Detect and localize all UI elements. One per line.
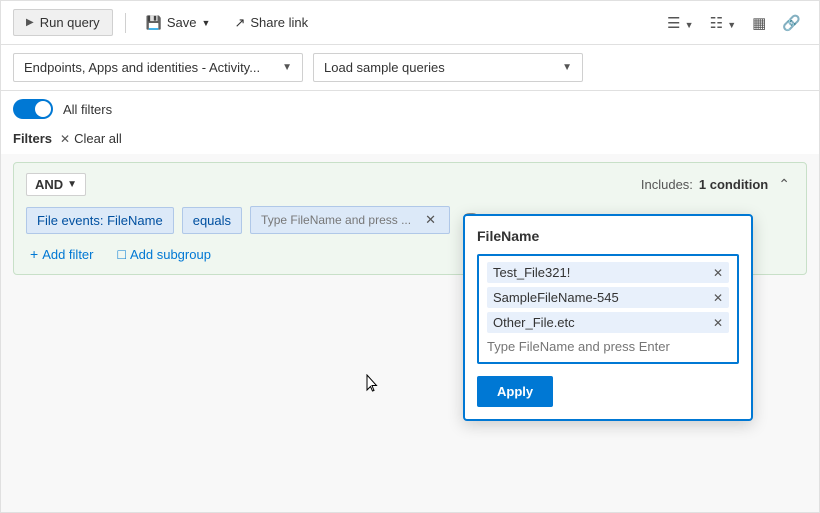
filter-content: AND ▼ Includes: 1 condition ⌃ File event… [1, 154, 819, 512]
endpoint-chevron-icon: ▼ [282, 62, 292, 73]
sample-queries-label: Load sample queries [324, 60, 445, 75]
add-filter-button[interactable]: + Add filter [26, 244, 98, 264]
share-link-button[interactable]: ↗ Share link [226, 10, 316, 36]
sample-queries-dropdown[interactable]: Load sample queries ▼ [313, 53, 583, 82]
filter-group-header: AND ▼ Includes: 1 condition ⌃ [26, 173, 794, 196]
link-button[interactable]: 🔗 [776, 10, 807, 36]
add-filter-icon: + [30, 246, 38, 262]
toolbar-divider [125, 13, 126, 33]
grid-view-button[interactable]: ☷ ▼ [704, 10, 743, 36]
columns-icon: ▦ [752, 15, 766, 32]
share-icon: ↗ [234, 15, 245, 31]
filter-value-text: Type FileName and press ... [261, 213, 418, 227]
sample-chevron-icon: ▼ [562, 62, 572, 73]
mouse-cursor [366, 374, 378, 392]
and-label: AND [35, 177, 63, 192]
list-chevron-icon: ▼ [685, 20, 694, 30]
tag-remove-2[interactable]: ✕ [713, 292, 723, 304]
run-query-button[interactable]: ▶ Run query [13, 9, 113, 36]
run-query-label: Run query [40, 15, 100, 30]
clear-all-label: Clear all [74, 131, 122, 146]
clear-all-button[interactable]: ✕ Clear all [60, 131, 122, 146]
tag-remove-3[interactable]: ✕ [713, 317, 723, 329]
add-subgroup-button[interactable]: □ Add subgroup [114, 244, 215, 264]
tag-input-field[interactable] [487, 337, 729, 356]
grid-icon: ☷ [710, 15, 723, 32]
all-filters-toggle[interactable] [13, 99, 53, 119]
add-subgroup-icon: □ [118, 246, 126, 262]
tag-input-area[interactable]: Test_File321! ✕ SampleFileName-545 ✕ Oth… [477, 254, 739, 364]
main-container: ▶ Run query 💾 Save ▼ ↗ Share link ☰ ▼ ☷ … [0, 0, 820, 513]
dropdowns-row: Endpoints, Apps and identities - Activit… [1, 45, 819, 91]
apply-button[interactable]: Apply [477, 376, 553, 407]
filter-value-close-button[interactable]: ✕ [422, 212, 439, 228]
tag-text-3: Other_File.etc [493, 315, 707, 330]
add-filter-label: Add filter [42, 247, 93, 262]
and-operator-dropdown[interactable]: AND ▼ [26, 173, 86, 196]
share-link-label: Share link [250, 15, 308, 30]
toolbar-right-icons: ☰ ▼ ☷ ▼ ▦ 🔗 [661, 10, 807, 36]
field-chip-label: File events: FileName [37, 213, 163, 228]
tag-text-1: Test_File321! [493, 265, 707, 280]
popup-title: FileName [477, 228, 739, 244]
save-chevron-icon: ▼ [202, 18, 211, 28]
filter-value-chip[interactable]: Type FileName and press ... ✕ [250, 206, 450, 234]
all-filters-label: All filters [63, 102, 112, 117]
filters-bar: Filters ✕ Clear all [1, 127, 819, 154]
tag-remove-1[interactable]: ✕ [713, 267, 723, 279]
endpoint-dropdown-label: Endpoints, Apps and identities - Activit… [24, 60, 260, 75]
operator-chip[interactable]: equals [182, 207, 242, 234]
collapse-button[interactable]: ⌃ [774, 174, 794, 195]
filters-label: Filters [13, 131, 52, 146]
link-icon: 🔗 [782, 15, 801, 32]
list-icon: ☰ [667, 15, 680, 32]
tag-row-2: SampleFileName-545 ✕ [487, 287, 729, 308]
filename-popup: FileName Test_File321! ✕ SampleFileName-… [463, 214, 753, 421]
endpoint-dropdown[interactable]: Endpoints, Apps and identities - Activit… [13, 53, 303, 82]
save-button[interactable]: 💾 Save ▼ [138, 10, 219, 36]
condition-count: 1 condition [699, 177, 768, 192]
clear-x-icon: ✕ [60, 132, 70, 146]
add-subgroup-label: Add subgroup [130, 247, 211, 262]
includes-text: Includes: 1 condition ⌃ [641, 174, 794, 195]
toolbar: ▶ Run query 💾 Save ▼ ↗ Share link ☰ ▼ ☷ … [1, 1, 819, 45]
includes-label: Includes: [641, 177, 693, 192]
field-chip[interactable]: File events: FileName [26, 207, 174, 234]
columns-button[interactable]: ▦ [746, 10, 772, 36]
list-view-button[interactable]: ☰ ▼ [661, 10, 700, 36]
operator-chip-label: equals [193, 213, 231, 228]
save-icon: 💾 [146, 15, 162, 31]
toggle-row: All filters [1, 91, 819, 127]
tag-row-3: Other_File.etc ✕ [487, 312, 729, 333]
and-chevron-icon: ▼ [67, 179, 77, 190]
tag-text-2: SampleFileName-545 [493, 290, 707, 305]
tag-row-1: Test_File321! ✕ [487, 262, 729, 283]
grid-chevron-icon: ▼ [727, 20, 736, 30]
save-label: Save [167, 15, 197, 30]
play-icon: ▶ [26, 17, 34, 28]
